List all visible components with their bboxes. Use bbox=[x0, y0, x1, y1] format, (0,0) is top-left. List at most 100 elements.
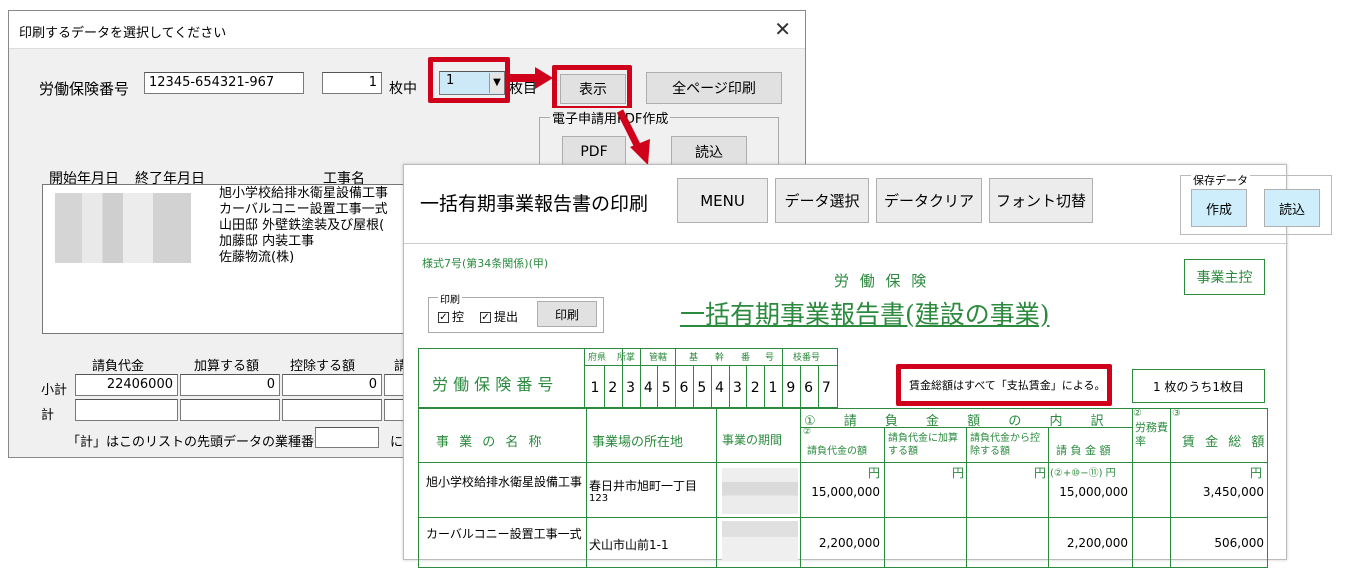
project-names: 旭小学校給排水衛星設備工事 カーバルコニー設置工事一式 山田邸 外壁鉄塗装及び屋根(… bbox=[219, 186, 388, 266]
print-button[interactable]: 印刷 bbox=[537, 301, 597, 327]
row1-location2: 123 bbox=[589, 493, 609, 504]
menu-button[interactable]: MENU bbox=[677, 178, 768, 223]
print-group-label: 印刷 bbox=[438, 291, 462, 306]
row1-period-blurred bbox=[722, 468, 798, 514]
ins-header-4: 幹 bbox=[715, 353, 725, 363]
project-list-item[interactable]: 旭小学校給排水衛星設備工事 bbox=[219, 186, 388, 202]
grid-line bbox=[586, 408, 587, 568]
ins-digit: 7 bbox=[821, 380, 831, 396]
grid-line bbox=[716, 408, 717, 568]
subtotal-contract[interactable]: 22406000 bbox=[75, 374, 178, 396]
ins-header-6: 号 bbox=[765, 353, 775, 363]
project-list-item[interactable]: 加藤邸 内装工事 bbox=[219, 234, 388, 250]
ins-header-2: 管轄 bbox=[649, 353, 668, 363]
save-read-button[interactable]: 読込 bbox=[1264, 189, 1320, 227]
project-list-item[interactable]: 山田邸 外壁鉄塗装及び屋根( bbox=[219, 218, 388, 234]
col-period: 事業の期間 bbox=[722, 433, 783, 447]
print-all-button[interactable]: 全ページ印刷 bbox=[646, 72, 782, 104]
col-location: 事業場の所在地 bbox=[592, 435, 684, 450]
ins-digit: 5 bbox=[661, 380, 671, 396]
checkbox-icon: ✓ bbox=[480, 312, 491, 323]
grid-line bbox=[966, 427, 967, 568]
col-business-name: 事 業 の 名 称 bbox=[436, 435, 545, 450]
ins-digit: 4 bbox=[715, 380, 725, 396]
ins-digit: 9 bbox=[786, 380, 796, 396]
ins-digit: 5 bbox=[697, 380, 707, 396]
page-info: 1 枚のうち1枚目 bbox=[1132, 369, 1265, 403]
chk-copy[interactable]: ✓ 控 bbox=[438, 308, 464, 325]
circ3: ③ bbox=[1172, 408, 1181, 419]
create-button[interactable]: 作成 bbox=[1191, 189, 1247, 227]
grid-line bbox=[418, 517, 1268, 518]
total-label: 計 bbox=[41, 408, 55, 423]
row2-contract: 2,200,000 bbox=[818, 536, 880, 550]
dialog-titlebar: 印刷するデータを選択してください ✕ bbox=[9, 11, 805, 49]
col-amount: 請 負 金 額 bbox=[1056, 444, 1111, 457]
page-total-field[interactable]: 1 bbox=[322, 72, 382, 94]
blurred-dates bbox=[55, 193, 191, 263]
project-list-item[interactable]: 佐藤物流(株) bbox=[219, 250, 388, 266]
divider bbox=[404, 243, 1288, 244]
circ2-b: ② bbox=[1133, 408, 1142, 419]
main-title: 一括有期事業報告書(建設の事業) bbox=[680, 300, 1050, 329]
close-icon[interactable]: ✕ bbox=[774, 17, 791, 41]
ins-digit: 1 bbox=[768, 380, 778, 396]
total-contract[interactable] bbox=[75, 399, 178, 421]
subtotal-label: 小計 bbox=[41, 383, 68, 398]
wage-note: 賃金総額はすべて「支払賃金」による。 bbox=[909, 379, 1106, 392]
ins-header-0: 府県 bbox=[588, 353, 607, 363]
owner-copy-label: 事業主控 bbox=[1184, 259, 1265, 295]
save-data-label: 保存データ bbox=[1191, 172, 1250, 188]
grid-line bbox=[800, 408, 801, 568]
report-window: 一括有期事業報告書の印刷 MENU データ選択 データクリア フォント切替 保存… bbox=[403, 164, 1332, 568]
row2-wage: 506,000 bbox=[1214, 536, 1264, 550]
ins-digit: 1 bbox=[590, 380, 600, 396]
checkbox-icon: ✓ bbox=[438, 312, 449, 323]
arrow-right-icon bbox=[507, 67, 553, 89]
insurance-type: 労 働 保 険 bbox=[834, 272, 930, 290]
report-title: 一括有期事業報告書の印刷 bbox=[420, 193, 649, 215]
ins-digit: 6 bbox=[804, 380, 814, 396]
col-labor-rate: 労務費率 bbox=[1135, 421, 1168, 448]
total-add[interactable] bbox=[180, 399, 280, 421]
subtotal-add[interactable]: 0 bbox=[180, 374, 280, 396]
grid-line bbox=[621, 348, 623, 408]
font-switch-button[interactable]: フォント切替 bbox=[989, 178, 1093, 223]
highlight-show-button bbox=[552, 65, 632, 111]
ins-digit: 2 bbox=[608, 380, 618, 396]
row1-name: 旭小学校給排水衛星設備工事 bbox=[426, 475, 583, 489]
grid-line bbox=[418, 462, 1268, 463]
data-select-button[interactable]: データ選択 bbox=[775, 178, 869, 223]
highlight-page-select bbox=[428, 57, 510, 103]
sum-header-deduct: 控除する額 bbox=[290, 359, 356, 374]
project-list-item[interactable]: カーバルコニー設置工事一式 bbox=[219, 202, 388, 218]
data-clear-button[interactable]: データクリア bbox=[876, 178, 982, 223]
total-deduct[interactable] bbox=[282, 399, 382, 421]
yen-contract: 円 bbox=[867, 466, 880, 480]
yen-add: 円 bbox=[951, 466, 964, 480]
row1-amount: 15,000,000 bbox=[1059, 485, 1128, 499]
insurance-number-label: 労働保険番号 bbox=[39, 80, 130, 98]
grid-line bbox=[782, 348, 783, 408]
footer-tail: に bbox=[390, 435, 404, 450]
col-wage-total: 賃 金 総 額 bbox=[1182, 435, 1268, 450]
chk-submit[interactable]: ✓ 提出 bbox=[480, 308, 518, 325]
row2-name: カーバルコニー設置工事一式 bbox=[426, 527, 582, 541]
project-list[interactable]: 旭小学校給排水衛星設備工事 カーバルコニー設置工事一式 山田邸 外壁鉄塗装及び屋根(… bbox=[42, 184, 422, 334]
arrow-down-icon bbox=[616, 109, 650, 165]
page-of-label: 枚中 bbox=[389, 81, 417, 97]
insurance-number-field[interactable]: 12345-654321-967 bbox=[144, 72, 304, 94]
row1-wage: 3,450,000 bbox=[1202, 485, 1264, 499]
sum-header-contract: 請負代金 bbox=[92, 359, 145, 374]
grid-line bbox=[1132, 408, 1133, 568]
ins-digit: 4 bbox=[643, 380, 653, 396]
row1-location: 春日井市旭町一丁目 bbox=[589, 479, 698, 493]
ins-digit: 6 bbox=[679, 380, 689, 396]
yen-wage: 円 bbox=[1249, 466, 1262, 480]
business-type-field[interactable] bbox=[315, 427, 379, 448]
grid-line bbox=[639, 348, 641, 408]
ins-digit: 3 bbox=[626, 380, 636, 396]
col-deduct: 請負代金から控除する額 bbox=[970, 433, 1040, 457]
grid-line bbox=[1170, 408, 1171, 568]
subtotal-deduct[interactable]: 0 bbox=[282, 374, 382, 396]
